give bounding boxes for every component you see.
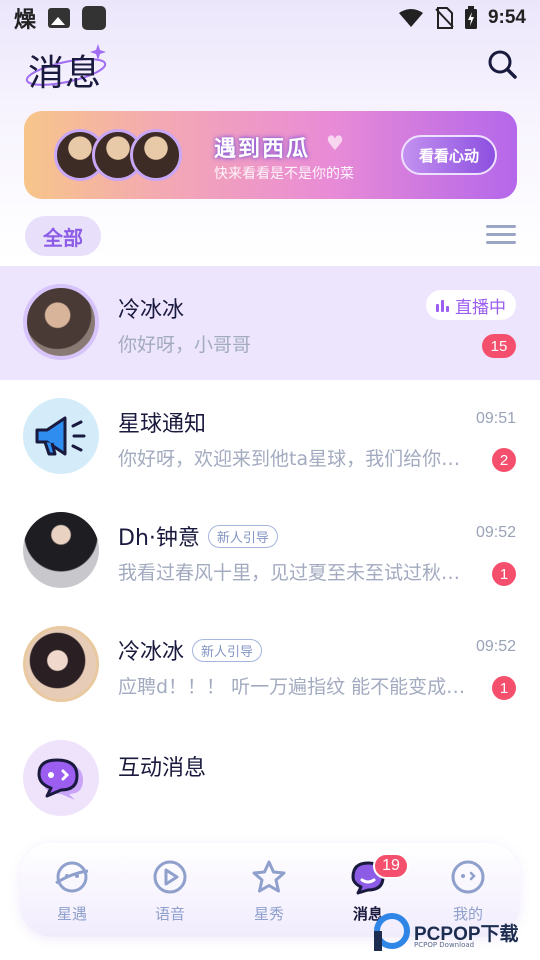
- avatar: [23, 512, 99, 588]
- contact-name: 星球通知: [118, 412, 207, 437]
- banner-avatar: [130, 129, 182, 181]
- menu-icon[interactable]: [486, 225, 516, 247]
- pcpop-logo-icon: [374, 913, 410, 951]
- nav-item-xingyu[interactable]: 星遇: [37, 859, 107, 924]
- wifi-icon: [398, 9, 423, 27]
- app-notification-icon: [82, 6, 107, 30]
- live-badge[interactable]: 直播中: [426, 290, 516, 320]
- banner-title: 遇到西瓜: [214, 137, 311, 162]
- page-title: 消息: [28, 53, 103, 94]
- message-preview: 应聘d！！！ 听一万遍指纹 能不能变成你的: [118, 676, 478, 698]
- gallery-icon: [48, 8, 71, 28]
- avatar: [23, 626, 99, 702]
- conversation-row[interactable]: 星球通知 你好呀，欢迎来到他ta星球，我们给你准备了好玩的 09:51 2: [0, 380, 540, 494]
- message-time: 09:51: [475, 410, 516, 427]
- unread-badge: 1: [492, 562, 516, 586]
- message-preview: 我看过春风十里，见过夏至未至试过秋天的风: [118, 562, 478, 584]
- banner-subtitle: 快来看看是不是你的菜: [214, 166, 354, 182]
- nav-label: 语音: [154, 905, 185, 923]
- contact-name: 冷冰冰: [118, 640, 185, 665]
- new-user-tag: 新人引导: [207, 525, 278, 548]
- interaction-bubble-icon: [37, 758, 83, 800]
- conversation-row[interactable]: 互动消息: [0, 722, 540, 836]
- contact-name-row: 冷冰冰 新人引导: [118, 634, 263, 666]
- megaphone-icon: [35, 416, 86, 456]
- page-header: 消息: [0, 36, 540, 100]
- battery-icon: [464, 6, 477, 29]
- clock: 9:54: [487, 7, 526, 28]
- profile-face-icon: [451, 860, 485, 894]
- nav-label: 星秀: [253, 905, 284, 923]
- nav-item-voice[interactable]: 语音: [135, 859, 205, 924]
- message-preview: 你好呀，小哥哥: [118, 334, 252, 356]
- avatar: [23, 284, 99, 360]
- heart-icon: ♥: [326, 131, 344, 155]
- conversation-row[interactable]: 冷冰冰 新人引导 应聘d！！！ 听一万遍指纹 能不能变成你的 09:52 1: [0, 608, 540, 722]
- no-sim-icon: [435, 7, 454, 29]
- nav-item-star-show[interactable]: 星秀: [234, 859, 304, 924]
- star-icon: [252, 860, 286, 893]
- conversation-row[interactable]: Dh·钟意 新人引导 我看过春风十里，见过夏至未至试过秋天的风 09:52 1: [0, 494, 540, 608]
- live-badge-label: 直播中: [455, 297, 506, 318]
- filter-chip-all[interactable]: 全部: [25, 216, 101, 256]
- contact-name: 互动消息: [118, 756, 207, 781]
- contact-name: Dh·钟意: [118, 526, 200, 551]
- contact-name: 冷冰冰: [118, 298, 185, 323]
- nav-label: 星遇: [56, 905, 87, 923]
- new-user-tag: 新人引导: [192, 639, 263, 662]
- unread-badge: 2: [492, 448, 516, 472]
- promo-banner[interactable]: 遇到西瓜 ♥ 快来看看是不是你的菜 看看心动: [24, 111, 517, 199]
- unread-badge: 15: [482, 334, 516, 358]
- message-time: 09:52: [475, 638, 516, 655]
- conversation-row[interactable]: 冷冰冰 你好呀，小哥哥 直播中 15: [0, 266, 540, 380]
- message-preview: 你好呀，欢迎来到他ta星球，我们给你准备了好玩的: [118, 448, 478, 470]
- status-bar: 燥 9:54: [0, 0, 540, 36]
- avatar: [23, 398, 99, 474]
- planet-icon: [55, 861, 89, 893]
- live-bars-icon: [436, 298, 449, 312]
- watermark-subtext: PCPOP Download: [414, 941, 475, 949]
- search-icon[interactable]: [486, 48, 518, 80]
- message-time: 09:52: [475, 524, 516, 541]
- messages-count-badge: 19: [373, 853, 409, 879]
- contact-name-row: Dh·钟意 新人引导: [118, 520, 278, 552]
- banner-cta-button[interactable]: 看看心动: [401, 135, 497, 175]
- unread-badge: 1: [492, 676, 516, 700]
- play-icon: [153, 860, 187, 894]
- site-watermark: PCPOP下载 PCPOP Download: [374, 912, 519, 952]
- avatar: [23, 740, 99, 816]
- banner-avatar-group: [54, 129, 194, 183]
- status-app-glyph: 燥: [14, 8, 37, 33]
